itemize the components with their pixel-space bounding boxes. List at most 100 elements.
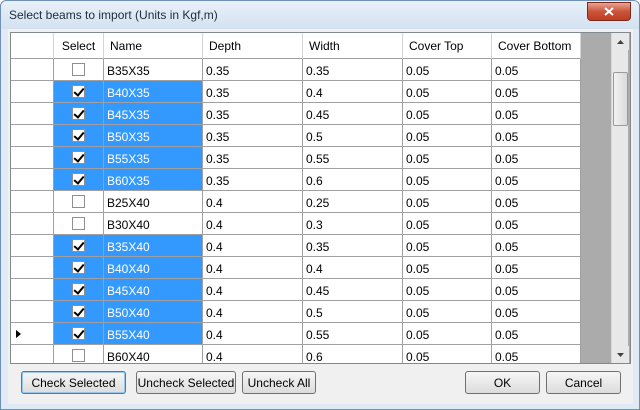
cell-cover-top[interactable]: 0.05: [403, 257, 492, 279]
cell-width[interactable]: 0.5: [303, 301, 403, 323]
cell-depth[interactable]: 0.35: [203, 103, 303, 125]
table-row[interactable]: B50X35 0.35 0.5 0.05 0.05: [11, 125, 581, 147]
check-selected-button[interactable]: Check Selected: [21, 371, 126, 394]
cell-cover-top[interactable]: 0.05: [403, 147, 492, 169]
cell-depth[interactable]: 0.4: [203, 279, 303, 301]
cell-cover-top[interactable]: 0.05: [403, 301, 492, 323]
cell-cover-bottom[interactable]: 0.05: [492, 323, 581, 345]
cell-cover-top[interactable]: 0.05: [403, 323, 492, 345]
row-header[interactable]: [11, 235, 54, 257]
select-checkbox[interactable]: [72, 151, 85, 164]
cell-select[interactable]: [54, 59, 104, 81]
row-header-corner[interactable]: [11, 33, 54, 59]
select-checkbox[interactable]: [72, 107, 85, 120]
cell-cover-bottom[interactable]: 0.05: [492, 301, 581, 323]
cell-depth[interactable]: 0.35: [203, 81, 303, 103]
cell-depth[interactable]: 0.4: [203, 191, 303, 213]
row-header[interactable]: [11, 257, 54, 279]
cell-cover-bottom[interactable]: 0.05: [492, 191, 581, 213]
column-header-cover-top[interactable]: Cover Top: [403, 33, 492, 59]
select-checkbox[interactable]: [72, 85, 85, 98]
row-header[interactable]: [11, 323, 54, 345]
cell-name[interactable]: B60X40: [104, 345, 203, 363]
cell-cover-top[interactable]: 0.05: [403, 235, 492, 257]
cell-name[interactable]: B50X35: [104, 125, 203, 147]
cell-name[interactable]: B60X35: [104, 169, 203, 191]
cell-select[interactable]: [54, 147, 104, 169]
column-header-cover-bottom[interactable]: Cover Bottom: [492, 33, 581, 59]
row-header[interactable]: [11, 169, 54, 191]
cell-cover-top[interactable]: 0.05: [403, 345, 492, 363]
table-row[interactable]: B45X40 0.4 0.45 0.05 0.05: [11, 279, 581, 301]
select-checkbox[interactable]: [72, 63, 85, 76]
cell-cover-bottom[interactable]: 0.05: [492, 59, 581, 81]
cell-cover-top[interactable]: 0.05: [403, 125, 492, 147]
row-header[interactable]: [11, 279, 54, 301]
row-header[interactable]: [11, 301, 54, 323]
cell-cover-top[interactable]: 0.05: [403, 81, 492, 103]
scroll-down-button[interactable]: [612, 346, 629, 363]
cell-depth[interactable]: 0.35: [203, 59, 303, 81]
cell-select[interactable]: [54, 235, 104, 257]
cell-cover-bottom[interactable]: 0.05: [492, 213, 581, 235]
cell-cover-bottom[interactable]: 0.05: [492, 169, 581, 191]
cell-name[interactable]: B50X40: [104, 301, 203, 323]
cell-width[interactable]: 0.3: [303, 213, 403, 235]
select-checkbox[interactable]: [72, 327, 85, 340]
cell-width[interactable]: 0.6: [303, 345, 403, 363]
select-checkbox[interactable]: [72, 283, 85, 296]
cell-width[interactable]: 0.55: [303, 323, 403, 345]
uncheck-selected-button[interactable]: Uncheck Selected: [136, 371, 236, 394]
cell-cover-top[interactable]: 0.05: [403, 59, 492, 81]
table-row[interactable]: B40X40 0.4 0.4 0.05 0.05: [11, 257, 581, 279]
cell-depth[interactable]: 0.4: [203, 345, 303, 363]
column-header-depth[interactable]: Depth: [203, 33, 303, 59]
cell-cover-top[interactable]: 0.05: [403, 103, 492, 125]
ok-button[interactable]: OK: [465, 371, 540, 394]
cell-select[interactable]: [54, 169, 104, 191]
cell-cover-bottom[interactable]: 0.05: [492, 103, 581, 125]
cell-width[interactable]: 0.55: [303, 147, 403, 169]
cell-name[interactable]: B35X40: [104, 235, 203, 257]
cell-cover-top[interactable]: 0.05: [403, 169, 492, 191]
table-row[interactable]: B55X40 0.4 0.55 0.05 0.05: [11, 323, 581, 345]
cell-name[interactable]: B25X40: [104, 191, 203, 213]
cell-name[interactable]: B55X40: [104, 323, 203, 345]
cell-depth[interactable]: 0.4: [203, 257, 303, 279]
column-header-name[interactable]: Name: [104, 33, 203, 59]
cell-select[interactable]: [54, 257, 104, 279]
cell-cover-bottom[interactable]: 0.05: [492, 147, 581, 169]
cell-select[interactable]: [54, 345, 104, 363]
select-checkbox[interactable]: [72, 195, 85, 208]
cell-cover-bottom[interactable]: 0.05: [492, 257, 581, 279]
cell-select[interactable]: [54, 125, 104, 147]
table-row[interactable]: B60X35 0.35 0.6 0.05 0.05: [11, 169, 581, 191]
cell-cover-bottom[interactable]: 0.05: [492, 345, 581, 363]
cell-name[interactable]: B30X40: [104, 213, 203, 235]
select-checkbox[interactable]: [72, 129, 85, 142]
table-row[interactable]: B25X40 0.4 0.25 0.05 0.05: [11, 191, 581, 213]
cell-width[interactable]: 0.6: [303, 169, 403, 191]
cell-depth[interactable]: 0.4: [203, 235, 303, 257]
cell-width[interactable]: 0.45: [303, 103, 403, 125]
close-button[interactable]: [587, 2, 631, 21]
cell-cover-top[interactable]: 0.05: [403, 279, 492, 301]
cell-width[interactable]: 0.4: [303, 81, 403, 103]
table-row[interactable]: B55X35 0.35 0.55 0.05 0.05: [11, 147, 581, 169]
cell-depth[interactable]: 0.4: [203, 301, 303, 323]
cell-depth[interactable]: 0.35: [203, 125, 303, 147]
scrollbar-thumb[interactable]: [613, 72, 628, 126]
cell-name[interactable]: B45X35: [104, 103, 203, 125]
cell-width[interactable]: 0.4: [303, 257, 403, 279]
cell-select[interactable]: [54, 81, 104, 103]
cell-name[interactable]: B45X40: [104, 279, 203, 301]
table-row[interactable]: B30X40 0.4 0.3 0.05 0.05: [11, 213, 581, 235]
cell-depth[interactable]: 0.35: [203, 169, 303, 191]
column-header-select[interactable]: Select: [54, 33, 104, 59]
row-header[interactable]: [11, 147, 54, 169]
select-checkbox[interactable]: [72, 173, 85, 186]
cell-select[interactable]: [54, 191, 104, 213]
row-header[interactable]: [11, 345, 54, 363]
cell-depth[interactable]: 0.35: [203, 147, 303, 169]
table-row[interactable]: B40X35 0.35 0.4 0.05 0.05: [11, 81, 581, 103]
